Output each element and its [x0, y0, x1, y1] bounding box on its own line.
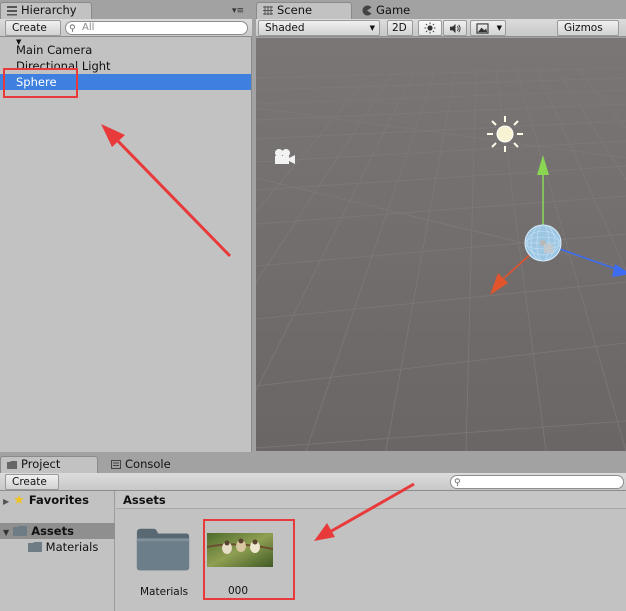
- gizmos-dropdown[interactable]: Gizmos▼: [557, 20, 619, 46]
- annotation-box-asset: [203, 519, 295, 600]
- asset-label-materials: Materials: [140, 586, 189, 598]
- search-placeholder: All: [82, 22, 95, 33]
- toggle-2d-button[interactable]: 2D: [387, 20, 413, 36]
- caret-down-icon: ▼: [369, 24, 375, 32]
- camera-icon[interactable]: [272, 148, 296, 166]
- hierarchy-search-input[interactable]: ⚲ All: [65, 21, 248, 35]
- tab-hierarchy[interactable]: Hierarchy: [0, 2, 92, 19]
- tab-scene-label: Scene: [277, 3, 313, 17]
- search-icon: ⚲: [454, 478, 461, 488]
- collapse-arrow-icon: ▼: [3, 528, 10, 537]
- search-icon: ⚲: [69, 24, 76, 34]
- folder-icon: [13, 526, 28, 536]
- scene-viewport[interactable]: [256, 38, 626, 451]
- shading-mode-dropdown[interactable]: Shaded ▼: [258, 20, 380, 36]
- folder-icon: [28, 542, 42, 552]
- grid-icon: [263, 6, 273, 15]
- caret-down-icon: ▼: [496, 24, 502, 32]
- project-create-button[interactable]: Create▼: [5, 474, 59, 500]
- sun-icon: [424, 22, 436, 34]
- pacman-icon: [362, 5, 372, 16]
- tab-game-label: Game: [376, 3, 411, 17]
- directional-light-icon[interactable]: [485, 114, 525, 154]
- audio-toggle-button[interactable]: [443, 20, 467, 36]
- assets-label: Assets: [31, 524, 74, 538]
- hierarchy-item-main-camera[interactable]: Main Camera: [0, 42, 251, 58]
- expand-arrow-icon: ▶: [3, 497, 10, 506]
- tab-scene[interactable]: Scene: [256, 2, 352, 19]
- asset-item-materials-folder[interactable]: Materials: [130, 520, 196, 602]
- hierarchy-create-button[interactable]: Create▼: [5, 20, 61, 46]
- mode-2d-label: 2D: [392, 22, 407, 34]
- tree-item-favorites[interactable]: ▶ ★ Favorites: [3, 492, 89, 508]
- tree-item-materials[interactable]: Materials: [28, 539, 98, 555]
- tab-console-label: Console: [125, 457, 171, 471]
- image-effects-icon: [476, 23, 489, 34]
- tab-console[interactable]: Console: [104, 456, 194, 473]
- transform-gizmo[interactable]: [486, 153, 626, 313]
- folder-tab-icon: [7, 461, 17, 469]
- panel-menu-icon[interactable]: ▾≡: [232, 6, 248, 16]
- tab-project[interactable]: Project: [0, 456, 98, 473]
- folder-icon: [136, 528, 190, 571]
- tab-project-label: Project: [21, 457, 61, 471]
- assets-breadcrumb: Assets: [116, 491, 626, 509]
- tab-hierarchy-label: Hierarchy: [21, 3, 77, 17]
- create-label: Create: [12, 22, 47, 34]
- create-label: Create: [12, 476, 47, 488]
- materials-label: Materials: [45, 540, 99, 554]
- tab-game[interactable]: Game: [355, 2, 445, 19]
- star-icon: ★: [13, 493, 25, 508]
- console-icon: [111, 460, 121, 469]
- effects-dropdown[interactable]: ▼: [470, 20, 506, 36]
- speaker-icon: [450, 23, 461, 34]
- shading-label: Shaded: [265, 22, 305, 34]
- gizmos-label: Gizmos: [564, 22, 603, 34]
- lighting-toggle-button[interactable]: [418, 20, 442, 36]
- favorites-label: Favorites: [28, 493, 89, 507]
- annotation-box-sphere: [3, 68, 78, 98]
- tree-item-assets[interactable]: ▼ Assets: [0, 523, 115, 539]
- project-search-input[interactable]: ⚲: [450, 475, 624, 489]
- list-icon: [7, 6, 17, 16]
